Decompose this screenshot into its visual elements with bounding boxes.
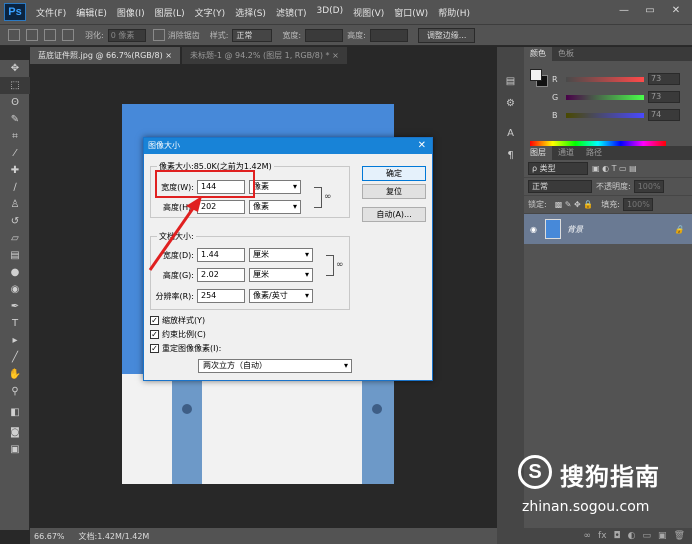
- sogou-watermark: S 搜狗指南 zhinan.sogou.com: [518, 455, 688, 525]
- watermark-name: 搜狗指南: [560, 463, 660, 491]
- arrow-shaft: [148, 203, 198, 271]
- sogou-logo-icon: S: [518, 455, 552, 489]
- arrow-head: [186, 196, 202, 212]
- watermark-url: zhinan.sogou.com: [522, 499, 650, 515]
